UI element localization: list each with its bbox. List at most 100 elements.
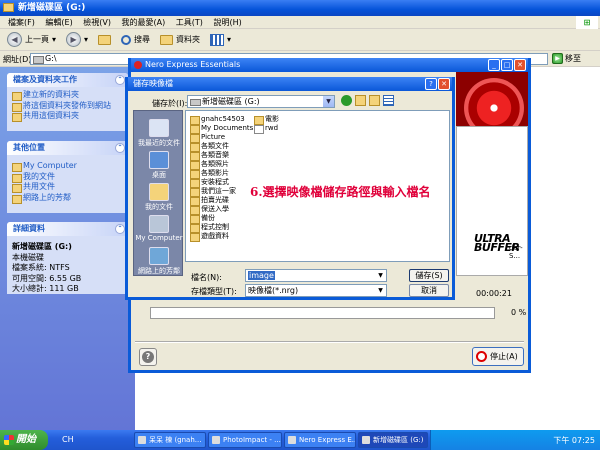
place-network[interactable]: 網路上的芳鄰 — [12, 193, 123, 203]
folder-item[interactable]: 各類照片 — [190, 160, 229, 170]
system-tray: 下午 07:25 — [430, 430, 600, 450]
folder-item[interactable]: 電影 — [254, 115, 279, 125]
help-button[interactable]: ? — [139, 348, 157, 366]
clock[interactable]: 下午 07:25 — [553, 435, 595, 446]
place-recent[interactable]: 我最近的文件 — [134, 119, 184, 148]
dialog-help-button[interactable]: ? — [425, 78, 437, 90]
language-indicator[interactable]: CH — [62, 435, 74, 444]
task-new-folder[interactable]: 建立新的資料夾 — [12, 90, 123, 101]
folders-label: 資料夾 — [176, 35, 201, 44]
up-folder-button[interactable] — [95, 31, 114, 49]
place-shared-documents[interactable]: 共用文件 — [12, 182, 123, 193]
up-folder-icon[interactable] — [355, 95, 366, 106]
chevron-down-icon: ▼ — [323, 96, 334, 107]
menu-help[interactable]: 說明(H) — [213, 18, 241, 27]
explorer-title-bar: 新增磁碟區 (G:) — [0, 0, 600, 16]
detail-free-space: 可用空間: 6.55 GB — [12, 273, 82, 283]
menu-tools[interactable]: 工具(T) — [176, 18, 203, 27]
menu-view[interactable]: 檢視(V) — [83, 18, 111, 27]
menu-edit[interactable]: 編輯(E) — [45, 18, 72, 27]
stop-icon — [476, 351, 487, 362]
save-in-dropdown[interactable]: 新增磁碟區 (G:) ▼ — [187, 95, 335, 108]
elapsed-time: 00:00:21 — [476, 289, 512, 298]
help-icon: ? — [142, 351, 154, 363]
taskbar-task-chat[interactable]: 呆呆 棟 (gnah... — [134, 432, 206, 448]
progress-percent: 0 % — [511, 308, 527, 317]
chevron-down-icon: ▼ — [378, 272, 383, 279]
save-image-dialog: 儲存映像檔 ? ✕ 儲存於(I): 新增磁碟區 (G:) ▼ 我最近的文件 桌面… — [125, 77, 455, 300]
chevron-down-icon: ▾ — [84, 35, 89, 44]
folder-item[interactable]: 安裝程式 — [190, 178, 229, 188]
save-in-label: 儲存於(I): — [152, 99, 188, 108]
place-my-documents[interactable]: 我的文件 — [12, 172, 123, 182]
file-tasks-header[interactable]: 檔案及資料夾工作 ⌃ — [7, 73, 128, 87]
filename-label: 檔名(N): — [191, 273, 222, 282]
explorer-task-pane: 檔案及資料夾工作 ⌃ 建立新的資料夾 將這個資料夾發佈到網站 共用這個資料夾 其他… — [0, 67, 135, 430]
collapse-chevron-icon[interactable]: ⌃ — [115, 143, 125, 153]
minimize-button[interactable]: _ — [488, 59, 500, 71]
task-publish-folder[interactable]: 將這個資料夾發佈到網站 — [12, 101, 123, 111]
task-share-folder[interactable]: 共用這個資料夾 — [12, 111, 123, 122]
search-label: 搜尋 — [134, 35, 151, 44]
explorer-toolbar: ◀ 上一頁 ▾ ▶ ▾ 搜尋 資料夾 ▾ — [0, 29, 600, 51]
folder-item[interactable]: 各類音樂 — [190, 151, 229, 161]
collapse-chevron-icon[interactable]: ⌃ — [115, 75, 125, 85]
folder-item[interactable]: 各類影片 — [190, 169, 229, 179]
place-computer[interactable]: My Computer — [134, 215, 184, 242]
taskbar-task-nero[interactable]: Nero Express E... — [284, 432, 356, 448]
view-menu-icon[interactable] — [383, 95, 394, 106]
save-dialog-title-bar: 儲存映像檔 ? ✕ — [128, 77, 452, 91]
place-my-computer[interactable]: My Computer — [12, 161, 123, 172]
folder-item[interactable]: gnahc54503 — [190, 115, 245, 125]
windows-logo-icon: ⊞ — [576, 16, 598, 29]
back-button[interactable]: ◀ 上一頁 ▾ — [4, 31, 59, 49]
close-button[interactable]: ✕ — [514, 59, 526, 71]
save-in-value: 新增磁碟區 (G:) — [202, 97, 260, 106]
stop-button[interactable]: 停止(A) — [472, 347, 524, 366]
detail-drive-type: 本機磁碟 — [12, 252, 44, 262]
back-icon[interactable] — [341, 95, 352, 106]
chevron-down-icon: ▼ — [378, 287, 383, 294]
file-item[interactable]: rwd — [254, 124, 278, 134]
taskbar-task-explorer[interactable]: 新增磁碟區 (G:) — [358, 432, 428, 448]
cancel-button[interactable]: 取消 — [409, 284, 449, 297]
folder-item[interactable]: 遊戲資料 — [190, 232, 229, 242]
folder-item[interactable]: 備份 — [190, 214, 215, 224]
details-header[interactable]: 詳細資料 ⌃ — [7, 222, 128, 236]
tutorial-annotation: 6.選擇映像檔儲存路徑與輸入檔名 — [250, 185, 431, 199]
views-button[interactable]: ▾ — [207, 31, 234, 49]
maximize-button[interactable]: □ — [501, 59, 513, 71]
dialog-close-button[interactable]: ✕ — [438, 78, 450, 90]
menu-file[interactable]: 檔案(F) — [8, 18, 35, 27]
filetype-select[interactable]: 映像檔(*.nrg) ▼ — [245, 284, 387, 297]
recent-docs-icon — [149, 119, 169, 137]
save-button[interactable]: 儲存(S) — [409, 269, 449, 282]
new-folder-icon[interactable] — [369, 95, 380, 106]
folder-item[interactable]: My Documents — [190, 124, 253, 134]
folder-item[interactable]: 我們這一家 — [190, 187, 236, 197]
folder-item[interactable]: 程式控制 — [190, 223, 229, 233]
nero-banner-image — [456, 72, 528, 126]
menu-favorites[interactable]: 我的最愛(A) — [122, 18, 166, 27]
place-network[interactable]: 網路上的芳鄰 — [134, 247, 184, 276]
folder-item[interactable]: 保送入學 — [190, 205, 229, 215]
search-button[interactable]: 搜尋 — [118, 31, 153, 49]
save-dialog-title: 儲存映像檔 — [133, 79, 173, 88]
taskbar-task-photoimpact[interactable]: PhotoImpact - ... — [208, 432, 282, 448]
filename-value: image — [248, 271, 275, 280]
folder-item[interactable]: 拍賣光碟 — [190, 196, 229, 206]
forward-button[interactable]: ▶ ▾ — [63, 31, 91, 49]
filename-input[interactable]: image ▼ — [245, 269, 387, 282]
other-places-header[interactable]: 其他位置 ⌃ — [7, 141, 128, 155]
place-desktop[interactable]: 桌面 — [134, 151, 184, 180]
go-button[interactable]: ▶ 移至 — [552, 53, 581, 64]
folder-item[interactable]: Picture — [190, 133, 225, 143]
dialog-nav-toolbar — [341, 95, 394, 106]
burn-progress-bar — [150, 307, 495, 319]
start-button[interactable]: 開始 — [0, 430, 48, 450]
up-folder-icon — [98, 34, 112, 45]
folders-button[interactable]: 資料夾 — [157, 31, 203, 49]
collapse-chevron-icon[interactable]: ⌃ — [115, 224, 125, 234]
folder-item[interactable]: 各類文件 — [190, 142, 229, 152]
place-documents[interactable]: 我的文件 — [134, 183, 184, 212]
